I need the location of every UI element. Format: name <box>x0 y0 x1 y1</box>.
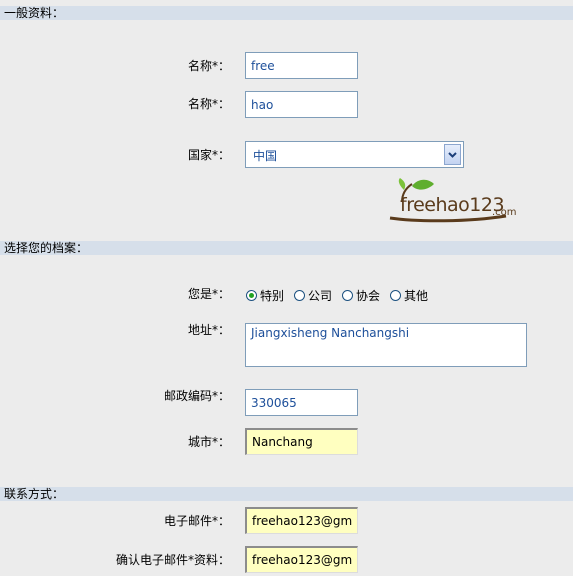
address-label: 地址*： <box>187 323 230 337</box>
section-header-general: 一般资料： <box>0 6 573 20</box>
logo-text: freehao123 <box>400 194 505 216</box>
radio-button[interactable] <box>342 289 354 301</box>
name2-input[interactable] <box>245 91 358 118</box>
radio-company[interactable]: 公司 <box>294 287 332 304</box>
radio-button[interactable] <box>390 289 402 301</box>
address-value: Jiangxisheng Nanchangshi <box>251 326 410 340</box>
radio-label: 公司 <box>308 288 333 303</box>
name2-label: 名称*： <box>187 97 230 111</box>
you-are-label: 您是*： <box>187 287 230 301</box>
city-input[interactable] <box>245 428 358 455</box>
name1-label: 名称*： <box>187 59 230 73</box>
email-confirm-label: 确认电子邮件*资料： <box>115 553 230 567</box>
logo-suffix: .com <box>492 207 517 218</box>
email-confirm-input[interactable] <box>245 546 358 573</box>
email-input[interactable] <box>245 507 358 534</box>
radio-button[interactable] <box>294 289 306 301</box>
radio-special[interactable]: 特别 <box>246 287 284 304</box>
section-header-profile: 选择您的档案： <box>0 241 573 255</box>
email-label: 电子邮件*： <box>163 514 230 528</box>
country-select-value: 中国 <box>253 149 278 163</box>
city-label: 城市*： <box>187 435 230 449</box>
country-select[interactable]: 中国 <box>245 141 464 168</box>
address-textarea[interactable]: Jiangxisheng Nanchangshi <box>245 323 527 367</box>
radio-label: 其他 <box>404 288 429 303</box>
radio-label: 协会 <box>356 288 381 303</box>
radio-label: 特别 <box>260 288 285 303</box>
postcode-input[interactable] <box>245 389 358 416</box>
you-are-radio-group: 特别 公司 协会 其他 <box>246 287 438 303</box>
freehao123-logo: freehao123 .com <box>388 176 518 224</box>
radio-button-selected[interactable] <box>246 289 257 301</box>
chevron-down-icon[interactable] <box>444 144 461 165</box>
radio-association[interactable]: 协会 <box>342 287 380 304</box>
section-header-contact: 联系方式： <box>0 487 573 501</box>
postcode-label: 邮政编码*： <box>163 389 230 403</box>
name1-input[interactable] <box>245 52 358 79</box>
radio-other[interactable]: 其他 <box>390 287 428 304</box>
country-label: 国家*： <box>187 148 230 162</box>
